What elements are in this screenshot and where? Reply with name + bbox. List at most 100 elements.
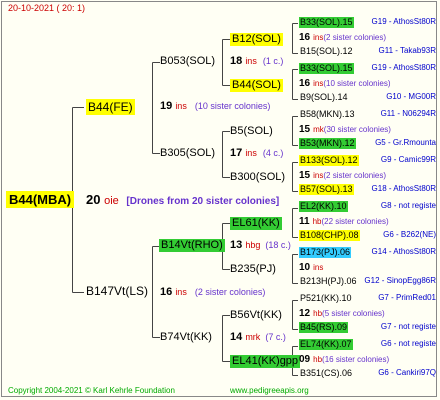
ancestor-name[interactable]: EL74(KK).07 (299, 339, 353, 350)
s-d-count-note: (4 c.) (262, 148, 284, 158)
ancestor-source: G19 - AthosSt80R (371, 63, 436, 72)
drone-count-type: ins (313, 171, 324, 180)
s-s-count-note: (1 c.) (262, 56, 284, 66)
ancestor-name[interactable]: B9(SOL).14 (299, 92, 349, 103)
drone-count-row: 15 ins(2 sister colonies) (299, 171, 386, 181)
grandparent-node-5[interactable]: EL61(KK) (230, 217, 282, 230)
ancestor-source: G11 - N06294R (380, 109, 436, 118)
sire-count-type: ins (175, 101, 187, 111)
drone-count-type: hb (313, 309, 323, 318)
ancestor-name[interactable]: B213H(PJ).06 (299, 276, 358, 287)
dam-dam-node[interactable]: B74Vt(KK) (160, 332, 212, 343)
drone-count-number: 11 (299, 216, 310, 227)
ancestor-source: G7 - not registe (380, 322, 436, 331)
footer-site[interactable]: www.pedigreeapis.org (230, 387, 309, 395)
ancestor-source: G19 - AthosSt80R (371, 17, 436, 26)
s-s-count-number: 18 (230, 55, 243, 67)
sire-count-number: 19 (160, 100, 173, 112)
connector-g4 (292, 162, 298, 192)
ancestor-name[interactable]: B173(PJ).06 (299, 247, 352, 258)
drone-count-number: 09 (299, 354, 311, 365)
ancestor-name[interactable]: P521(KK).10 (299, 293, 353, 304)
d-d-count-number: 14 (230, 331, 243, 343)
connector-g6 (292, 254, 298, 284)
ancestor-name[interactable]: B53(MKN).12 (299, 138, 356, 149)
drone-count-note: (30 sister colonies) (323, 125, 391, 134)
ancestor-name[interactable]: B108(CHP).08 (299, 230, 360, 241)
connector-g3 (292, 116, 298, 146)
d-s-count: 13 hbg (18 c.) (230, 240, 291, 251)
grandparent-node-4[interactable]: B300(SOL) (230, 172, 285, 183)
sire-sire-node[interactable]: B053(SOL) (160, 56, 215, 67)
sire-dam-node[interactable]: B305(SOL) (160, 148, 215, 159)
grandparent-node-3[interactable]: B5(SOL) (230, 126, 273, 137)
drone-count-note: (2 sister colonies) (323, 171, 387, 180)
connector-sire (152, 62, 160, 154)
s-d-count: 17 ins (4 c.) (230, 148, 283, 159)
ancestor-source: G9 - Camic99R (380, 155, 436, 164)
drone-count-row: 11 hb(22 sister colonies) (299, 217, 389, 227)
drone-count-number: 16 (299, 32, 311, 43)
s-d-count-number: 17 (230, 147, 243, 159)
connector-s-d (222, 131, 230, 178)
ancestor-name[interactable]: B351(CS).06 (299, 368, 353, 379)
drone-count-row: 12 hb(5 sister colonies) (299, 309, 385, 319)
d-s-count-type: hbg (245, 240, 261, 250)
d-d-count-type: mrk (245, 332, 261, 342)
grandparent-node-8[interactable]: EL41(KK)gpp (230, 355, 301, 368)
connector-g2 (292, 69, 298, 100)
footer-copyright: Copyright 2004-2021 © Karl Kehrle Founda… (8, 386, 175, 395)
ancestor-name[interactable]: B33(SOL).15 (299, 63, 354, 74)
d-d-count: 14 mrk (7 c.) (230, 332, 286, 343)
drone-count-note: (16 sister colonies) (322, 355, 390, 364)
connector-g7 (292, 300, 298, 330)
ancestor-name[interactable]: B15(SOL).12 (299, 46, 354, 57)
header-date: 20-10-2021 ( 20: 1) (8, 3, 86, 13)
drone-count-row: 15 mk(30 sister colonies) (299, 125, 391, 135)
ancestor-name[interactable]: B33(SOL).15 (299, 17, 354, 28)
ancestor-name[interactable]: EL2(KK).10 (299, 201, 348, 212)
ancestor-name[interactable]: B133(SOL).12 (299, 155, 359, 166)
grandparent-node-6[interactable]: B235(PJ) (230, 264, 276, 275)
pedigree-canvas: 20-10-2021 ( 20: 1) B44(MBA) 20 oie [Dro… (0, 0, 440, 400)
dam-node[interactable]: B147Vt(LS) (86, 285, 148, 297)
ancestor-source: G12 - SinopEgg86R (364, 276, 436, 285)
drone-count-type: mk (313, 125, 324, 134)
s-s-count-type: ins (245, 56, 257, 66)
dam-count: 16 ins (2 sister colonies) (160, 287, 265, 298)
drone-count-note: (10 sister colonies) (323, 79, 391, 88)
dam-sire-node[interactable]: B14Vt(RHO) (159, 239, 225, 252)
ancestor-name[interactable]: B58(MKN).13 (299, 109, 356, 120)
s-d-count-type: ins (245, 148, 257, 158)
ancestor-name[interactable]: B57(SOL).13 (299, 184, 354, 195)
drone-count-row: 09 hb(16 sister colonies) (299, 355, 389, 365)
ancestor-source: G7 - PrimRed01 (378, 293, 436, 302)
ancestor-source: G6 - Cankiri97Q (378, 368, 436, 377)
center-count: 20 oie [Drones from 20 sister colonies] (86, 193, 279, 207)
grandparent-node-2[interactable]: B44(SOL) (230, 79, 283, 92)
connector-s-s (222, 39, 230, 86)
connector-g1 (292, 23, 298, 54)
center-drone-note: [Drones from 20 sister colonies] (126, 196, 280, 207)
root-node[interactable]: B44(MBA) (6, 191, 75, 208)
grandparent-node-1[interactable]: B12(SOL) (230, 33, 283, 46)
drone-count-number: 15 (299, 124, 311, 135)
dam-count-note: (2 sister colonies) (194, 287, 266, 297)
connector-root (72, 107, 84, 293)
connector-d-d (222, 315, 230, 362)
d-s-count-number: 13 (230, 239, 243, 251)
drone-count-note: (22 sister colonies) (321, 217, 389, 226)
sire-node[interactable]: B44(FE) (86, 99, 135, 115)
connector-dam (152, 246, 160, 338)
grandparent-node-7[interactable]: B56Vt(KK) (230, 310, 282, 321)
drone-count-row: 10 ins (299, 263, 323, 273)
d-s-count-note: (18 c.) (265, 240, 291, 250)
sire-count-note: (10 sister colonies) (194, 101, 271, 111)
connector-g5 (292, 208, 298, 238)
s-s-count: 18 ins (1 c.) (230, 56, 283, 67)
ancestor-source: G10 - MG00R (386, 92, 436, 101)
drone-count-note: (5 sister colonies) (322, 309, 385, 318)
ancestor-name[interactable]: B45(RS).09 (299, 322, 349, 333)
sire-count: 19 ins (10 sister colonies) (160, 101, 270, 112)
dam-count-number: 16 (160, 286, 173, 298)
